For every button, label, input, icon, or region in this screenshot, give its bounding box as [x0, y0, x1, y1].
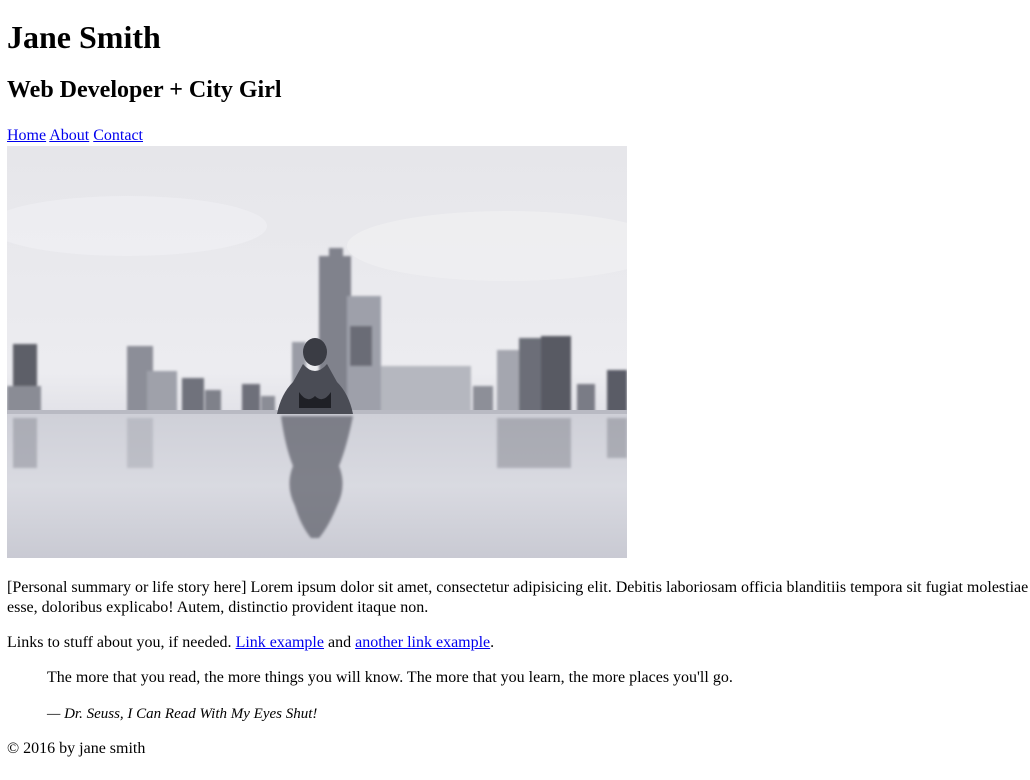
quote-attribution: — Dr. Seuss, I Can Read With My Eyes Shu… — [47, 706, 318, 722]
hero-image — [7, 146, 627, 558]
nav-link-contact[interactable]: Contact — [93, 127, 143, 144]
personal-summary: [Personal summary or life story here] Lo… — [7, 579, 1029, 616]
links-paragraph: Links to stuff about you, if needed. Lin… — [7, 633, 1023, 653]
site-footer: © 2016 by jane smith — [7, 739, 1023, 759]
links-and-text: and — [327, 634, 352, 651]
site-tagline: Web Developer + City Girl — [7, 77, 282, 103]
another-link-example[interactable]: another link example — [355, 634, 490, 651]
links-end-text: . — [490, 634, 495, 651]
nav-link-about[interactable]: About — [49, 127, 89, 144]
quote-block: The more that you read, the more things … — [47, 668, 1023, 724]
quote-text: The more that you read, the more things … — [47, 669, 733, 686]
nav-link-home[interactable]: Home — [7, 127, 46, 144]
main-nav: Home About Contact — [7, 126, 1023, 146]
page: Jane Smith Web Developer + City Girl Hom… — [0, 19, 1030, 759]
link-example[interactable]: Link example — [236, 634, 324, 651]
copyright-text: © 2016 by jane smith — [7, 740, 146, 757]
site-header: Jane Smith Web Developer + City Girl — [7, 19, 1023, 104]
links-intro-text: Links to stuff about you, if needed. — [7, 634, 232, 651]
site-title: Jane Smith — [7, 19, 161, 55]
